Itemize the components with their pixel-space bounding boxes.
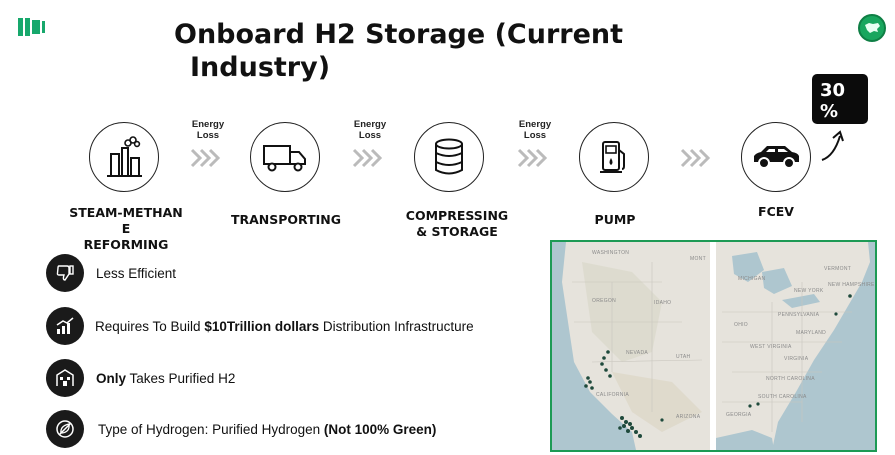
brand-logo <box>18 18 48 40</box>
map-label: NORTH CAROLINA <box>766 376 815 382</box>
energy-loss-label-2: Energy Loss <box>353 119 387 141</box>
map-label: GEORGIA <box>726 412 752 418</box>
map-label: SOUTH CAROLINA <box>758 394 807 400</box>
efficiency-badge: 30 % <box>812 74 868 124</box>
map-label: OREGON <box>592 298 617 304</box>
map-label: OHIO <box>734 322 748 328</box>
step-pump-circle <box>579 122 649 192</box>
truck-icon <box>263 145 306 172</box>
chevrons-right-icon <box>190 148 221 168</box>
feature-text-infrastructure: Requires To Build $10Trillion dollars Di… <box>95 318 474 334</box>
chevrons-right-icon <box>352 148 383 168</box>
map-label: NEW HAMPSHIRE <box>828 282 875 288</box>
factory-icon <box>107 136 142 177</box>
title-line-2: Industry) <box>190 52 331 83</box>
map-label: MICHIGAN <box>738 276 766 282</box>
hydrogen-station-map: WASHINGTON MONT OREGON IDAHO NEVADA UTAH… <box>550 240 877 452</box>
page-title: Onboard H2 Storage (Current Industry) <box>174 18 644 84</box>
thumbs-down-icon <box>56 265 74 281</box>
feature-text-efficiency: Less Efficient <box>96 265 177 281</box>
energy-loss-label-1: Energy Loss <box>191 119 225 141</box>
feature-item-efficiency: Less Efficient <box>46 254 176 292</box>
map-label: NEVADA <box>626 350 648 356</box>
feature-text-hydrogen-type: Type of Hydrogen: Purified Hydrogen (Not… <box>98 421 437 437</box>
no-leaf-icon <box>56 420 74 438</box>
step-transport-circle <box>250 122 320 192</box>
step-compress-circle <box>414 122 484 192</box>
map-emblem-icon <box>865 23 880 33</box>
car-icon <box>754 146 799 169</box>
chevrons-right-icon <box>680 148 711 168</box>
growth-chart-icon <box>56 317 74 334</box>
efficiency-value: 30 <box>820 80 846 101</box>
energy-loss-label-3: Energy Loss <box>518 119 552 141</box>
chevrons-right-icon <box>517 148 548 168</box>
map-label: IDAHO <box>654 300 672 306</box>
map-label: MARYLAND <box>796 330 827 336</box>
step-pump-label: PUMP <box>594 212 636 227</box>
map-canvas <box>552 242 875 450</box>
feature-text-purified: Only Takes Purified H2 <box>96 370 236 386</box>
step-smr-label: STEAM-METHAN E REFORMING <box>69 205 183 252</box>
map-label: VERMONT <box>824 266 852 272</box>
building-icon <box>56 369 74 386</box>
feature-item-infrastructure: Requires To Build $10Trillion dollars Di… <box>46 307 474 345</box>
map-label: ARIZONA <box>676 414 701 420</box>
feature-item-hydrogen-type: Type of Hydrogen: Purified Hydrogen (Not… <box>46 410 436 448</box>
efficiency-unit: % <box>820 101 839 122</box>
step-fcev-label: FCEV <box>758 204 794 219</box>
step-transport-label: TRANSPORTING <box>230 212 342 227</box>
corner-emblem <box>858 14 886 42</box>
map-label: PENNSYLVANIA <box>778 312 820 318</box>
map-label: UTAH <box>676 354 691 360</box>
step-fcev-circle <box>741 122 811 192</box>
map-label: WASHINGTON <box>592 250 630 256</box>
map-label: WEST VIRGINIA <box>750 344 792 350</box>
feature-item-purified: Only Takes Purified H2 <box>46 359 235 397</box>
map-label: VIRGINIA <box>784 356 809 362</box>
map-label: CALIFORNIA <box>596 392 630 398</box>
fuel-pump-icon <box>600 141 625 173</box>
storage-tank-icon <box>435 138 463 175</box>
arrow-up-right-icon <box>821 130 844 161</box>
title-line-1: Onboard H2 Storage (Current <box>174 19 624 50</box>
step-compress-label: COMPRESSING & STORAGE <box>405 208 509 239</box>
map-label: NEW YORK <box>794 288 824 294</box>
step-smr-circle <box>89 122 159 192</box>
map-label: MONT <box>690 256 706 262</box>
